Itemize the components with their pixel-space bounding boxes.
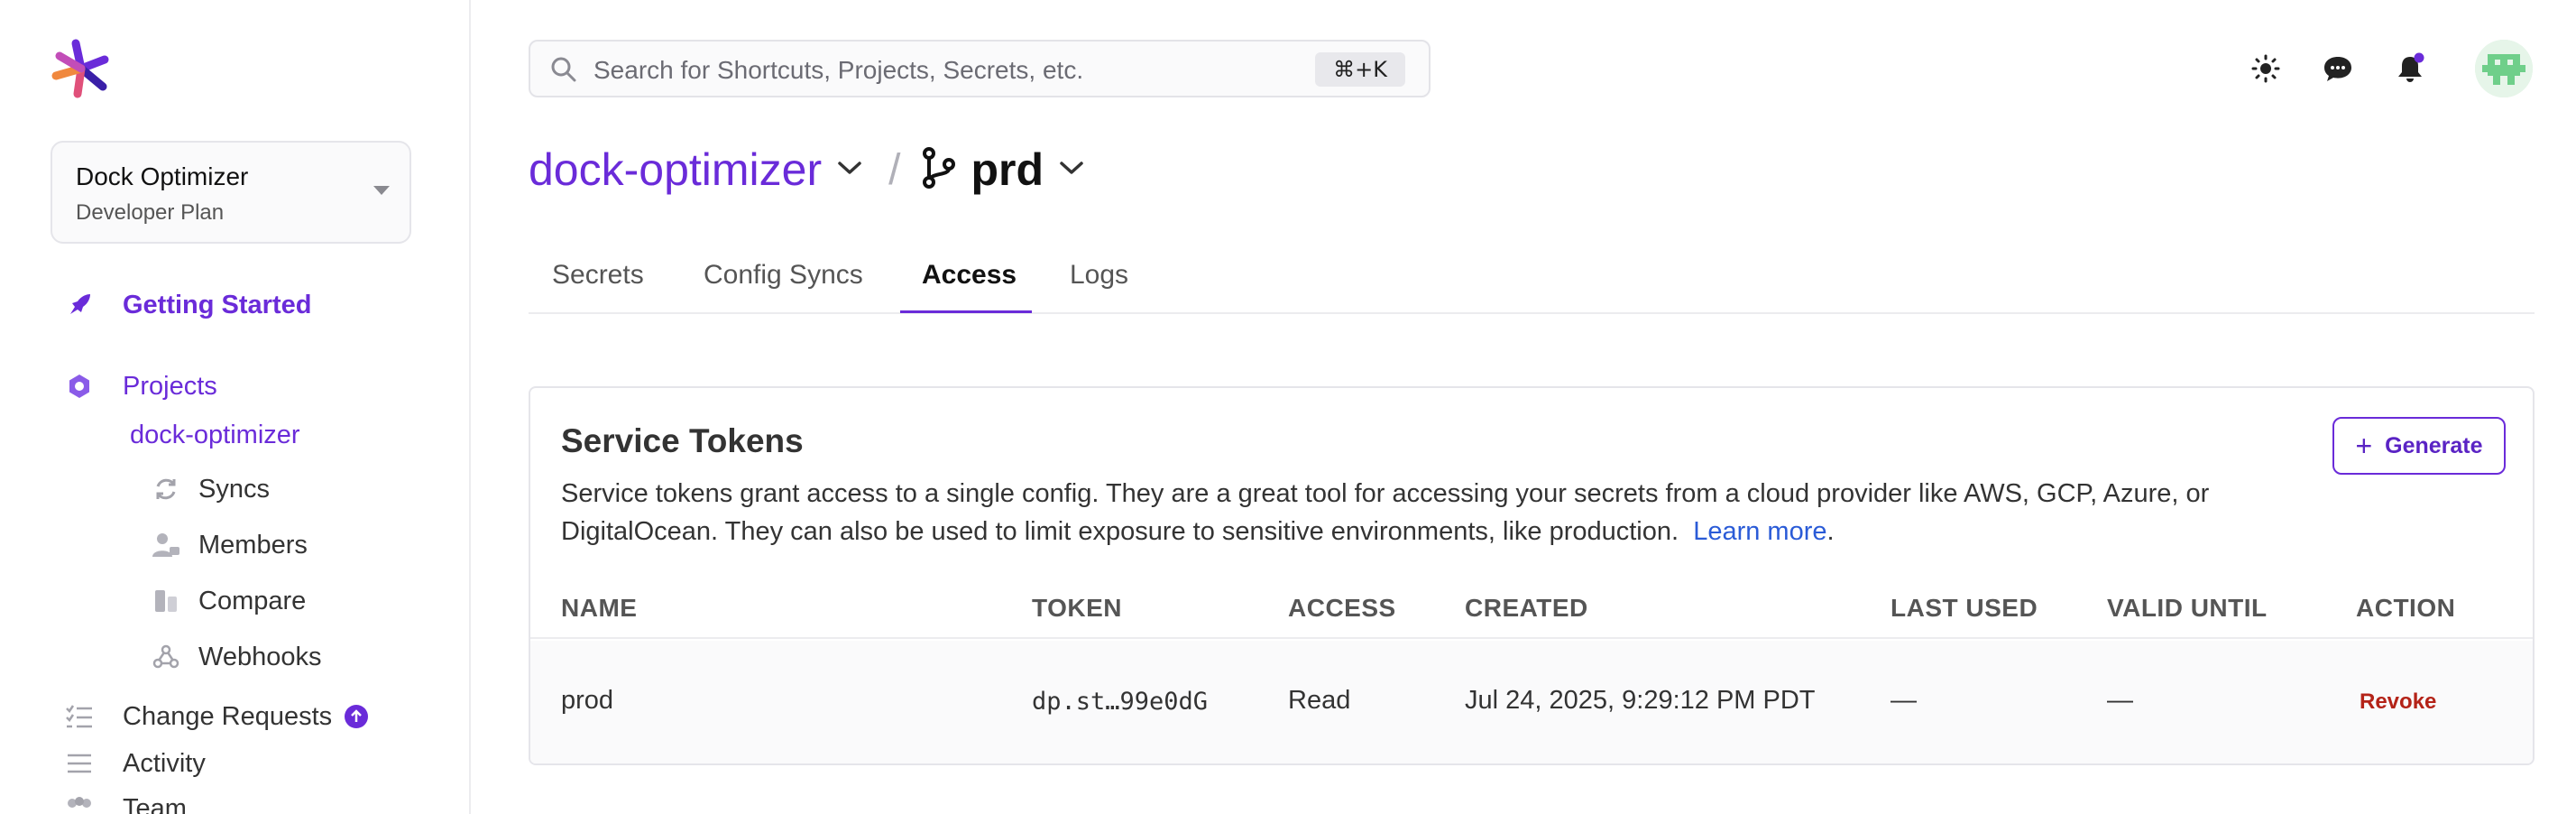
nav-change-requests[interactable]: Change Requests: [63, 700, 369, 733]
checklist-icon: [63, 700, 96, 733]
description-text: Service tokens grant access to a single …: [561, 479, 2210, 546]
cell-name: prod: [561, 686, 614, 715]
tab-bar: Secrets Config Syncs Access Logs: [529, 236, 2535, 314]
workspace-switcher[interactable]: Dock Optimizer Developer Plan: [51, 141, 411, 244]
notification-bell-icon[interactable]: [2392, 51, 2428, 87]
doppler-logo-icon[interactable]: [49, 36, 114, 101]
nav-activity[interactable]: Activity: [63, 747, 206, 780]
compare-icon: [150, 585, 182, 617]
team-icon: [63, 792, 96, 814]
workspace-name: Dock Optimizer: [76, 162, 249, 190]
user-lock-icon: [150, 529, 182, 561]
git-branch-icon: [920, 146, 958, 194]
generate-label: Generate: [2385, 432, 2483, 458]
breadcrumb: dock-optimizer / prd: [529, 143, 1085, 197]
list-icon: [63, 747, 96, 780]
tab-config-syncs[interactable]: Config Syncs: [704, 260, 863, 291]
column-header-created[interactable]: CREATED: [1465, 594, 1588, 623]
user-avatar[interactable]: [2475, 40, 2533, 97]
breadcrumb-environment[interactable]: prd: [971, 143, 1044, 196]
nav-label: Compare: [198, 586, 307, 615]
workspace-plan: Developer Plan: [76, 200, 225, 225]
column-header-access[interactable]: ACCESS: [1288, 594, 1396, 623]
nav-label: Activity: [123, 748, 206, 778]
nav-project-dock-optimizer[interactable]: dock-optimizer: [130, 421, 300, 450]
cell-token[interactable]: dp.st…99e0dG: [1032, 688, 1208, 716]
plus-icon: +: [2355, 430, 2373, 462]
tab-access[interactable]: Access: [922, 260, 1017, 291]
nav-members[interactable]: Members: [150, 529, 308, 561]
cell-access: Read: [1288, 686, 1351, 715]
chevron-down-icon[interactable]: [836, 159, 863, 181]
description-period: .: [1826, 517, 1835, 546]
service-tokens-card: Service Tokens + Generate Service tokens…: [529, 386, 2535, 765]
sidebar: Dock Optimizer Developer Plan Getting St…: [0, 0, 471, 814]
theme-toggle-sun-icon[interactable]: [2248, 51, 2284, 87]
breadcrumb-separator: /: [888, 145, 901, 194]
nav-webhooks[interactable]: Webhooks: [150, 641, 322, 673]
column-header-last-used[interactable]: LAST USED: [1891, 594, 2038, 623]
generate-button[interactable]: + Generate: [2332, 417, 2506, 475]
nav-label: Getting Started: [123, 290, 312, 319]
cell-created: Jul 24, 2025, 9:29:12 PM PDT: [1465, 686, 1816, 715]
nav-label: Members: [198, 530, 308, 560]
rocket-icon: [63, 289, 96, 321]
chat-icon[interactable]: [2320, 51, 2356, 87]
nav-compare[interactable]: Compare: [150, 585, 306, 617]
nav-syncs[interactable]: Syncs: [150, 473, 270, 505]
arrow-up-badge-icon: [345, 705, 369, 728]
search-placeholder: Search for Shortcuts, Projects, Secrets,…: [593, 56, 1084, 84]
nav-projects[interactable]: Projects: [63, 370, 217, 402]
search-shortcut: ⌘+K: [1315, 52, 1405, 87]
table-header: NAME TOKEN ACCESS CREATED LAST USED VALI…: [530, 579, 2533, 639]
active-tab-indicator: [900, 310, 1032, 313]
chevron-down-icon[interactable]: [1058, 159, 1085, 181]
nav-label: Team: [123, 793, 187, 814]
tab-logs[interactable]: Logs: [1070, 260, 1128, 291]
table-row: prod dp.st…99e0dG Read Jul 24, 2025, 9:2…: [530, 641, 2533, 763]
nav-getting-started[interactable]: Getting Started: [63, 289, 311, 321]
column-header-token[interactable]: TOKEN: [1032, 594, 1122, 623]
nav-label: Webhooks: [198, 642, 322, 671]
search-input[interactable]: Search for Shortcuts, Projects, Secrets,…: [529, 40, 1431, 97]
column-header-action: ACTION: [2356, 594, 2456, 622]
cell-valid-until: —: [2107, 686, 2133, 715]
hexagon-gear-icon: [63, 370, 96, 402]
cell-last-used: —: [1891, 686, 1917, 715]
sync-icon: [150, 473, 182, 505]
card-title: Service Tokens: [561, 422, 804, 459]
nav-team[interactable]: Team: [63, 792, 187, 814]
revoke-button[interactable]: Revoke: [2360, 689, 2436, 715]
nav-label: Syncs: [198, 474, 270, 504]
nav-label: Projects: [123, 371, 217, 401]
nav-label: dock-optimizer: [130, 421, 300, 449]
column-header-name[interactable]: NAME: [561, 594, 637, 623]
search-icon: [550, 56, 577, 88]
webhook-icon: [150, 641, 182, 673]
caret-down-icon: [373, 186, 390, 195]
card-description: Service tokens grant access to a single …: [561, 475, 2347, 550]
breadcrumb-project[interactable]: dock-optimizer: [529, 143, 822, 196]
tab-secrets[interactable]: Secrets: [552, 260, 644, 291]
column-header-valid-until[interactable]: VALID UNTIL: [2107, 594, 2268, 623]
nav-label: Change Requests: [123, 701, 333, 731]
learn-more-link[interactable]: Learn more: [1693, 517, 1826, 546]
